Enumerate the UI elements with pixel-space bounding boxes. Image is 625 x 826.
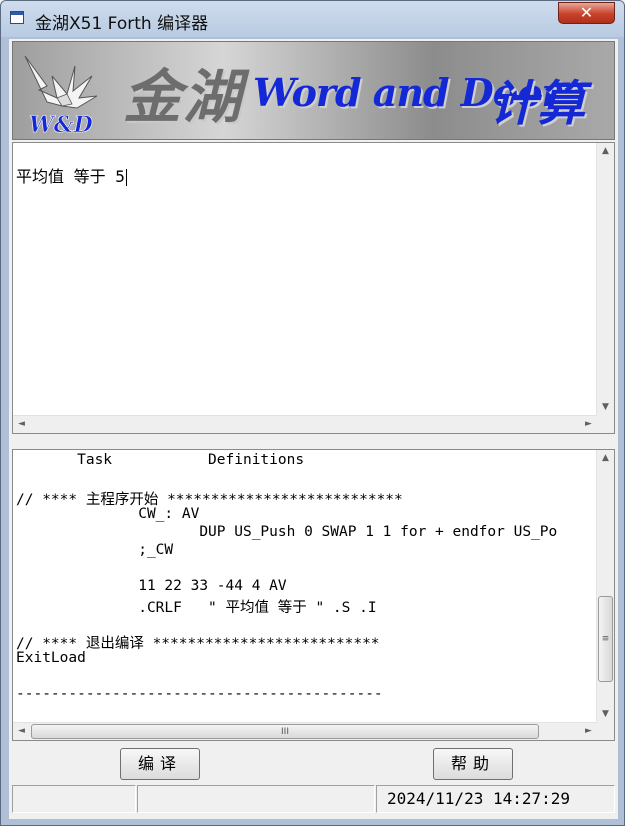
scroll-right-icon[interactable]: ► bbox=[580, 723, 597, 740]
compile-button[interactable]: 编译 bbox=[120, 748, 200, 780]
status-datetime: 2024/11/23 14:27:29 bbox=[376, 785, 615, 813]
eagle-logo-icon: W&D bbox=[24, 55, 98, 136]
code-line: DUP US_Push 0 SWAP 1 1 for + endfor US_P… bbox=[16, 524, 558, 540]
input-textarea[interactable]: 平均值 等于 5 ▲ ▼ ◄ ► bbox=[12, 142, 615, 434]
banner-image: W&D 金湖 Word and Door 计算机 bbox=[12, 41, 615, 140]
grip-icon: ≡ bbox=[601, 634, 610, 644]
status-cell-1 bbox=[12, 785, 136, 813]
code-vertical-scrollbar[interactable]: ▲ ≡ ▼ bbox=[596, 450, 614, 723]
scrollbar-corner bbox=[597, 416, 614, 433]
status-cell-2 bbox=[137, 785, 375, 813]
code-line: CW_: AV bbox=[16, 506, 200, 522]
scroll-right-icon[interactable]: ► bbox=[580, 416, 597, 433]
scroll-down-icon[interactable]: ▼ bbox=[597, 706, 614, 723]
main-window: 金湖X51 Forth 编译器 ✕ W&D 金湖 Word and Door 计… bbox=[0, 0, 625, 826]
client-area: W&D 金湖 Word and Door 计算机 平均值 等于 5 ▲ ▼ ◄ … bbox=[9, 39, 618, 819]
vertical-scroll-thumb[interactable]: ≡ bbox=[598, 596, 613, 682]
code-line: ExitLoad bbox=[16, 650, 86, 666]
banner-chinese-name: 金湖 bbox=[123, 63, 244, 131]
text-caret bbox=[125, 169, 127, 186]
input-text: 平均值 等于 5 bbox=[16, 167, 125, 186]
banner-chinese-suffix: 计算机 bbox=[489, 76, 586, 132]
input-horizontal-scrollbar[interactable]: ◄ ► bbox=[13, 415, 597, 433]
code-line: Task Definitions bbox=[16, 452, 305, 468]
code-line: ;_CW bbox=[16, 542, 174, 558]
code-horizontal-scrollbar[interactable]: ◄ III ► bbox=[13, 722, 597, 740]
code-line: 11 22 33 -44 4 AV bbox=[16, 578, 287, 594]
scroll-up-icon[interactable]: ▲ bbox=[597, 450, 614, 467]
scrollbar-corner bbox=[597, 723, 614, 740]
logo-text: W&D bbox=[29, 112, 93, 136]
scroll-up-icon[interactable]: ▲ bbox=[597, 143, 614, 160]
scroll-left-icon[interactable]: ◄ bbox=[13, 416, 30, 433]
app-icon[interactable] bbox=[10, 11, 24, 24]
close-button[interactable]: ✕ bbox=[558, 2, 615, 24]
code-textarea[interactable]: Task Definitions// **** 主程序开始 **********… bbox=[12, 449, 615, 741]
grip-icon: III bbox=[281, 726, 289, 737]
scroll-down-icon[interactable]: ▼ bbox=[597, 399, 614, 416]
window-title: 金湖X51 Forth 编译器 bbox=[35, 14, 209, 34]
scroll-left-icon[interactable]: ◄ bbox=[13, 723, 30, 740]
title-bar[interactable]: 金湖X51 Forth 编译器 ✕ bbox=[1, 1, 624, 37]
code-line: ----------------------------------------… bbox=[16, 686, 383, 702]
horizontal-scroll-thumb[interactable]: III bbox=[31, 724, 539, 739]
help-button[interactable]: 帮助 bbox=[433, 748, 513, 780]
input-vertical-scrollbar[interactable]: ▲ ▼ bbox=[596, 143, 614, 416]
code-line: .CRLF " 平均值 等于 " .S .I bbox=[16, 600, 377, 616]
